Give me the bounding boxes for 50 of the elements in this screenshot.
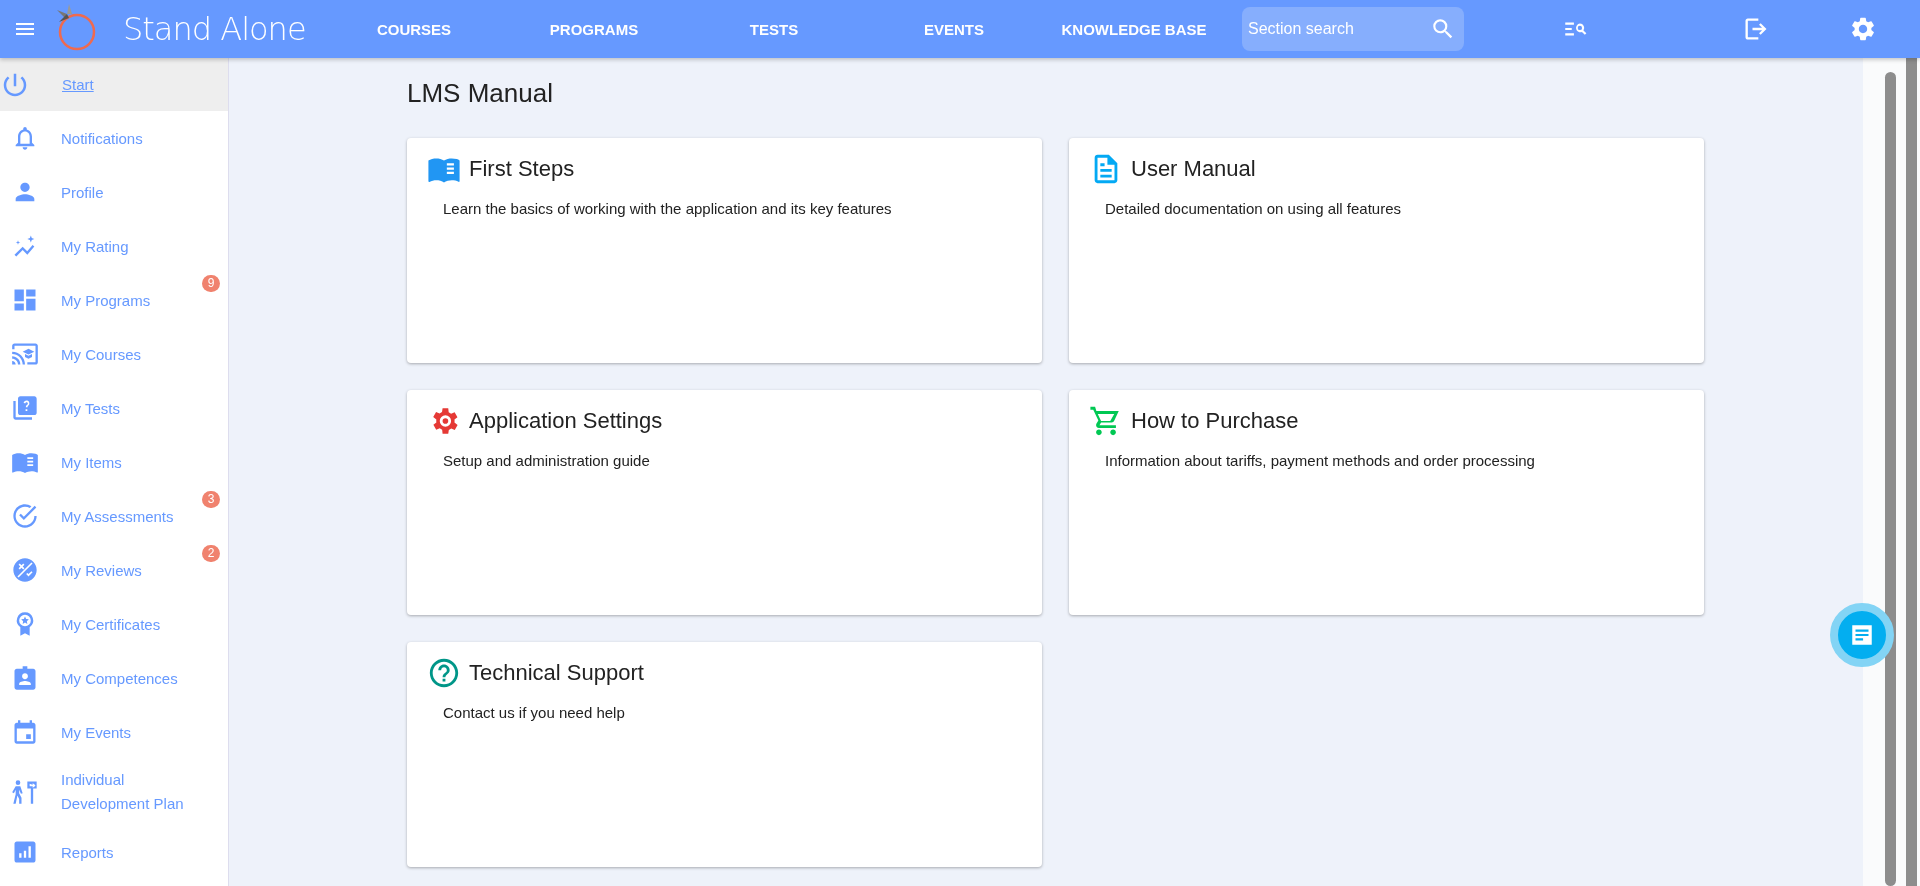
card-title: First Steps [469, 156, 575, 182]
scrollbar[interactable] [1906, 58, 1917, 886]
card-description: Setup and administration guide [443, 452, 651, 469]
sidebar-item[interactable]: My Competences [0, 651, 188, 705]
review-icon [11, 556, 39, 584]
sidebar-item[interactable]: My Rating [0, 219, 188, 273]
nav-link[interactable]: PROGRAMS [504, 20, 684, 38]
notes-button[interactable] [1830, 603, 1894, 667]
notes-icon [1849, 622, 1875, 648]
sidebar-item[interactable]: Individual Development Plan [0, 759, 188, 825]
nav-link[interactable]: KNOWLEDGE BASE [1044, 20, 1224, 38]
manual-card[interactable]: First Steps Learn the basics of working with the application and its key features [407, 138, 1042, 363]
scrollbar[interactable] [1885, 72, 1896, 886]
help-icon [427, 656, 461, 690]
sidebar-item[interactable]: My Courses [0, 327, 188, 381]
manual-card[interactable]: Technical Support Contact us if you need help [407, 642, 1042, 867]
question-icon [11, 394, 39, 422]
manual-card[interactable]: User Manual Detailed documentation on using all features [1069, 138, 1704, 363]
card-title: Technical Support [469, 660, 644, 686]
search-field[interactable]: Section search [1242, 7, 1464, 51]
manual-card[interactable]: How to Purchase Information about tariffs, payment methods and order processing [1069, 390, 1704, 615]
walking-person-icon [11, 778, 39, 806]
settings-icon[interactable] [1849, 15, 1877, 43]
card-description: Information about tariffs, payment methods and order processing [1105, 452, 1536, 469]
count-badge: 2 [202, 545, 220, 562]
sidebar-item[interactable]: Profile [0, 165, 188, 219]
sidebar-item[interactable]: My Assessments [0, 489, 188, 543]
sidebar-item[interactable]: My Tests [0, 381, 188, 435]
nav-link[interactable]: COURSES [324, 20, 504, 38]
sidebar-item[interactable]: My Certificates [0, 597, 188, 651]
app-title: Stand Alone [123, 9, 307, 50]
card-description: Contact us if you need help [443, 704, 626, 721]
sidebar-item[interactable]: Notifications [0, 111, 188, 165]
card-title: Application Settings [469, 408, 663, 434]
sidebar-item[interactable]: My Events [0, 705, 188, 759]
sidebar-item[interactable]: My Items [0, 435, 188, 489]
page-title: LMS Manual [407, 78, 554, 109]
sidebar-item[interactable]: Reports [0, 825, 188, 879]
sidebar-item[interactable]: My Reviews [0, 543, 188, 597]
card-title: How to Purchase [1131, 408, 1299, 434]
count-badge: 3 [202, 491, 220, 508]
sidebar-item[interactable]: Start [0, 58, 228, 111]
nav-link[interactable]: EVENTS [864, 20, 1044, 38]
sidebar-item[interactable]: My Programs [0, 273, 188, 327]
manual-card[interactable]: Application Settings Setup and administration guide [407, 390, 1042, 615]
card-description: Detailed documentation on using all features [1105, 200, 1403, 217]
card-description: Learn the basics of working with the application and its key features [443, 200, 893, 217]
count-badge: 9 [202, 275, 220, 292]
card-title: User Manual [1131, 156, 1256, 182]
nav-link[interactable]: TESTS [684, 20, 864, 38]
